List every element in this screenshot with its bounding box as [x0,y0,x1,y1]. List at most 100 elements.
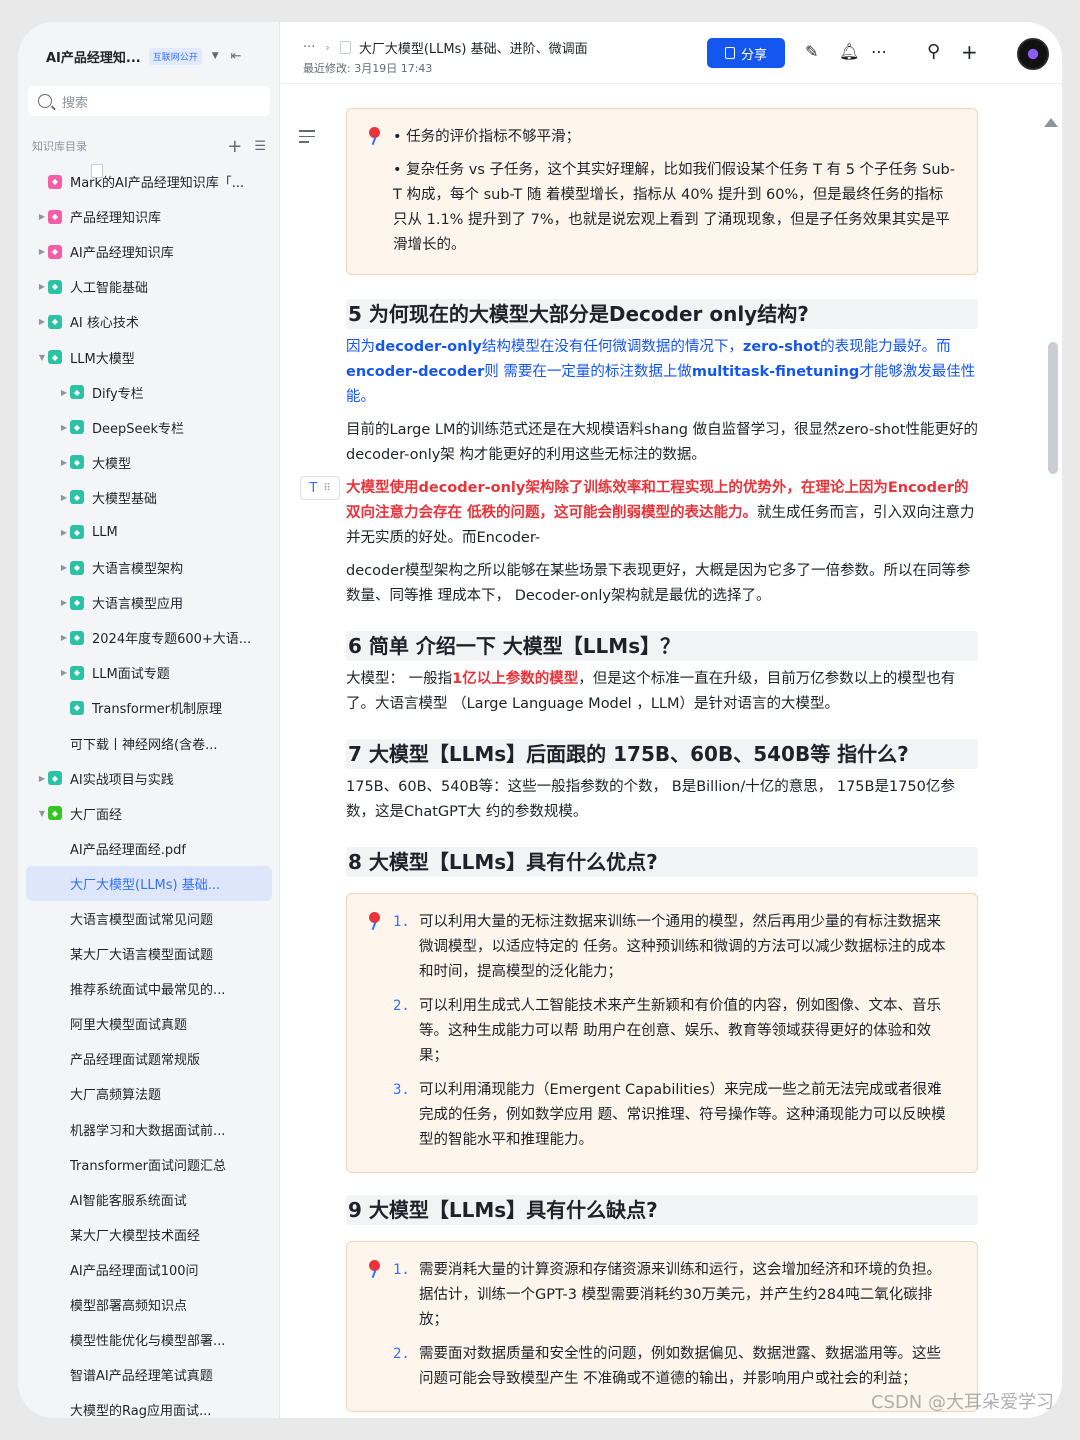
paragraph: T ⠿ 大模型使用decoder-only架构除了训练效率和工程实现上的优势外，在… [300,476,978,551]
sidebar-item-label: Transformer面试问题汇总 [70,1158,227,1174]
text-block-handle[interactable]: T ⠿ [300,476,340,500]
wiki-tree: ◆ Mark的AI产品经理知识库「... ▶ ◆ 产品经理知识库 ▶ ◆ AI产品经理知识库 ▶… [26,164,272,1418]
sidebar-item[interactable]: 机器学习和大数据面试前... [26,164,272,1147]
sidebar-item[interactable]: ▶ ◆ LLM面试专题 [26,655,272,690]
chevron-down-icon[interactable]: ▼ [212,51,219,61]
sidebar-item[interactable]: 某大厂大语言模型面试题 [26,164,272,971]
scroll-up-icon[interactable] [1044,118,1058,127]
sidebar-item[interactable]: ▶ ◆ 大模型基础 [26,480,272,515]
folder-icon: ◆ [70,700,84,715]
sidebar-item[interactable]: ▶ ◆ 大模型 [26,445,272,480]
heading-5: 5 为何现在的大模型大部分是Decoder only结构? [346,299,978,329]
chevron-right-icon[interactable]: ▶ [58,528,70,537]
chevron-right-icon[interactable]: ▶ [36,282,48,291]
list-text: 可以利用涌现能力（Emergent Capabilities）来完成一些之前无法… [419,1082,946,1148]
sidebar-item[interactable]: 大厂高频算法题 [26,164,272,1111]
sidebar-item[interactable]: AI产品经理面经.pdf [26,164,272,866]
sidebar-item[interactable]: ▶ ◆ AI产品经理知识库 [26,234,272,269]
add-icon[interactable]: + [961,42,978,62]
chevron-right-icon[interactable]: ▶ [36,212,48,221]
sidebar-item[interactable]: 某大厂大模型技术面经 [26,164,272,1252]
share-icon [724,47,735,59]
sidebar-item-label: 某大厂大模型技术面经 [70,1228,201,1244]
sidebar-item[interactable]: ▼ ◆ LLM大模型 [26,339,272,374]
chevron-right-icon: › [325,41,330,54]
sidebar-item[interactable]: 推荐系统面试中最常见的... [26,164,272,1006]
sidebar-item[interactable]: ▶ ◆ 大语言模型应用 [26,585,272,620]
document-body: • 任务的评价指标不够平滑； • 复杂任务 vs 子任务，这个其实好理解，比如我… [300,84,978,1412]
folder-icon: ◆ [48,244,62,259]
heading-6: 6 简单 介绍一下 大模型【LLMs】？ [346,631,978,661]
folder-icon: ◆ [70,490,84,505]
sidebar-item[interactable]: ▶ ◆ 2024年度专题600+大语... [26,620,272,655]
chevron-down-icon[interactable]: ▼ [36,353,48,362]
chevron-right-icon[interactable]: ▶ [58,633,70,642]
chevron-right-icon[interactable]: ▶ [58,493,70,502]
sidebar-item-label: AI实战项目与实践 [70,772,174,788]
sidebar-item-label: 模型性能优化与模型部署... [70,1334,226,1350]
list-view-icon[interactable]: ☰ [254,139,266,154]
search-icon[interactable]: ⚲ [927,42,940,62]
more-icon[interactable]: ⋯ [871,42,887,62]
sidebar-item[interactable]: ▶ ◆ AI实战项目与实践 [26,761,272,796]
sidebar-item[interactable]: ◆ Transformer机制原理 [26,690,272,725]
list-item: 2. 可以利用生成式人工智能技术来产生新颖和有价值的内容，例如图像、文本、音乐等。… [393,994,955,1069]
sidebar-item[interactable]: ◆ Mark的AI产品经理知识库「... [26,164,272,199]
sidebar-item[interactable]: ▶ ◆ 大语言模型架构 [26,550,272,585]
sidebar-item[interactable]: 大语言模型面试常见问题 [26,164,272,936]
chevron-right-icon[interactable]: ▶ [58,563,70,572]
sidebar-item[interactable]: ▶ ◆ LLM [26,515,272,550]
chevron-right-icon[interactable]: ▶ [58,598,70,607]
sidebar-item[interactable]: 大厂大模型(LLMs) 基础... [26,164,272,901]
sidebar-item[interactable]: 模型性能优化与模型部署... [26,164,272,1357]
sidebar-item[interactable]: Transformer面试问题汇总 [26,164,272,1182]
sidebar-item[interactable]: 智谱AI产品经理笔试真题 [26,164,272,1392]
collapse-sidebar-icon[interactable]: ⇤ [231,49,242,64]
sidebar-item[interactable]: 阿里大模型面试真题 [26,164,272,1041]
sidebar-item[interactable]: ▶ ◆ 人工智能基础 [26,269,272,304]
sidebar-item-label: LLM面试专题 [92,667,170,683]
chevron-right-icon[interactable]: ▶ [58,458,70,467]
edit-icon[interactable]: ✎ [805,42,818,62]
sidebar-item[interactable]: ▶ ◆ DeepSeek专栏 [26,410,272,445]
sidebar-item[interactable]: AI产品经理面试100问 [26,164,272,1287]
chevron-right-icon[interactable]: ▶ [58,423,70,432]
wiki-title[interactable]: AI产品经理知... [46,47,141,66]
scrollbar[interactable] [1048,342,1058,474]
sidebar-item-label: 大模型 [92,456,132,472]
add-icon[interactable]: + [227,136,242,157]
folder-icon: ◆ [48,279,62,294]
more-breadcrumb-icon[interactable]: ··· [303,40,315,55]
search-input[interactable]: 搜索 [28,86,270,116]
sidebar-item[interactable]: 可下载丨神经网络(含卷... [26,164,272,761]
list-text: 可以利用生成式人工智能技术来产生新颖和有价值的内容，例如图像、文本、音乐等。这种… [419,998,941,1064]
doc-title[interactable]: 大厂大模型(LLMs) 基础、进阶、微调面 [359,38,588,57]
sidebar-item[interactable]: 大模型的Rag应用面试... [26,164,272,1418]
folder-icon: ◆ [70,420,84,435]
sidebar-item[interactable]: 产品经理面试题常规版 [26,164,272,1076]
bell-icon[interactable]: 🔔︎ [839,42,859,62]
chevron-right-icon[interactable]: ▶ [36,247,48,256]
sidebar-item[interactable]: ▶ ◆ Dify专栏 [26,375,272,410]
sidebar-item[interactable]: 模型部署高频知识点 [26,164,272,1322]
search-icon [38,94,52,108]
avatar[interactable] [1017,38,1049,70]
chevron-right-icon[interactable]: ▶ [36,774,48,783]
chevron-down-icon[interactable]: ▼ [36,809,48,818]
last-modified: 最近修改: 3月19日 17:43 [303,62,433,75]
share-button[interactable]: 分享 [707,38,785,68]
list-number: 3. [393,1082,410,1098]
folder-icon: ◆ [48,771,62,786]
sidebar-item-label: 大语言模型面试常见问题 [70,913,214,929]
outline-icon[interactable] [299,130,315,147]
sidebar-item[interactable]: ▶ ◆ AI 核心技术 [26,304,272,339]
chevron-right-icon[interactable]: ▶ [58,388,70,397]
sidebar-item[interactable]: AI智能客服系统面试 [26,164,272,1217]
folder-icon: ◆ [70,455,84,470]
sidebar-item[interactable]: ▼ ◆ 大厂面经 [26,796,272,831]
folder-icon: ◆ [70,630,84,645]
list-text: 需要面对数据质量和安全性的问题，例如数据偏见、数据泄露、数据滥用等。这些问题可能… [419,1346,941,1387]
sidebar-item[interactable]: ▶ ◆ 产品经理知识库 [26,199,272,234]
chevron-right-icon[interactable]: ▶ [36,317,48,326]
chevron-right-icon[interactable]: ▶ [58,668,70,677]
